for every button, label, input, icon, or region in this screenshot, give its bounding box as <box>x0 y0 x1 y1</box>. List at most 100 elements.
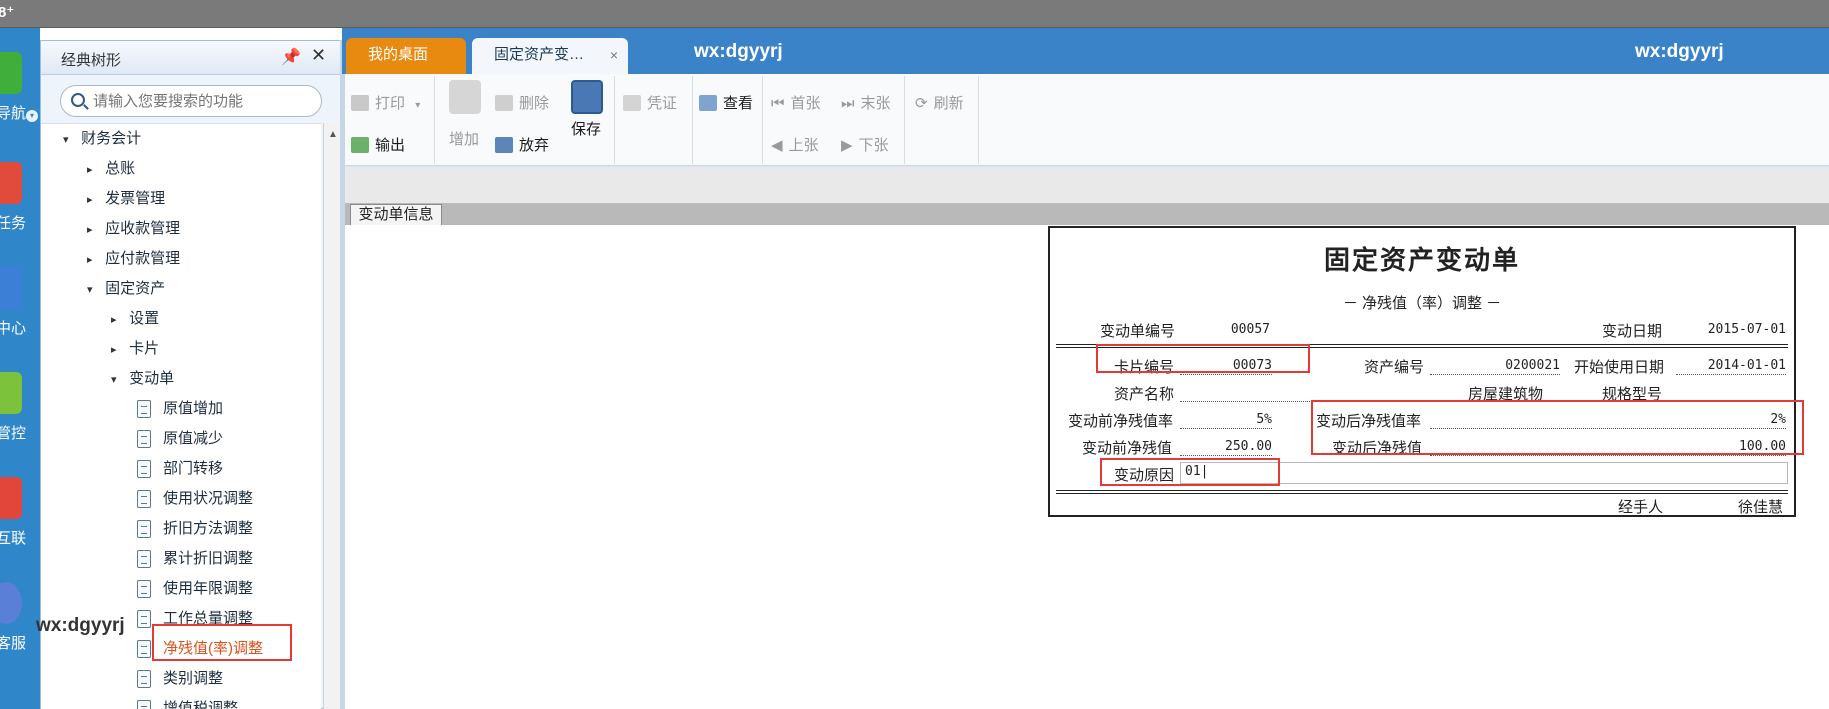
export-button[interactable]: 输出 <box>351 134 405 155</box>
tab-my-desktop[interactable]: 我的桌面 <box>346 38 466 74</box>
tree-item-depreciation-method-adjust[interactable]: 折旧方法调整 <box>137 514 253 544</box>
field-underline <box>1430 428 1786 429</box>
chevron-right-icon[interactable]: ▸ <box>111 305 125 335</box>
rail-item-service[interactable]: 客服 <box>0 582 40 672</box>
add-button[interactable]: 增加 <box>447 76 487 164</box>
magnifier-icon <box>699 95 717 111</box>
chevron-down-icon[interactable]: ▾ <box>63 125 77 155</box>
last-button[interactable]: ⏭ 末张 <box>841 92 891 113</box>
close-tab-icon[interactable]: × <box>610 38 618 72</box>
tree-item-card[interactable]: ▸ 卡片 <box>111 334 159 364</box>
search-box[interactable] <box>60 85 322 117</box>
reason-input[interactable]: 01| <box>1180 462 1788 484</box>
rail-item-control[interactable]: 管控 <box>0 372 40 462</box>
tab-bar: 我的桌面 固定资产变… × wx:dgyyrj wx:dgyyrj <box>342 28 1829 74</box>
prev-button[interactable]: ◀ 上张 <box>771 134 819 155</box>
tree-item-workload-adjust[interactable]: 工作总量调整 <box>137 604 253 634</box>
chevron-down-icon[interactable]: ▾ <box>87 275 101 305</box>
tree-item-residual-rate-adjust[interactable]: 净残值(率)调整 <box>137 634 263 664</box>
search-input[interactable] <box>93 91 313 111</box>
tree-item-change-doc[interactable]: ▾ 变动单 <box>111 364 174 394</box>
tree-item-payable[interactable]: ▸ 应付款管理 <box>87 244 180 274</box>
print-button[interactable]: 打印 ▾ <box>351 92 420 113</box>
scroll-up-icon[interactable]: ▲ <box>328 129 338 140</box>
chevron-right-icon[interactable]: ▸ <box>87 245 101 275</box>
watermark-text: wx:dgyyrj <box>1635 41 1724 62</box>
tree-scrollbar[interactable]: ▲ <box>323 123 341 709</box>
navigation-icon <box>0 52 22 94</box>
dropdown-arrow-icon[interactable]: ▾ <box>415 100 420 111</box>
change-no-label: 变动单编号 <box>1100 323 1176 340</box>
document-center-icon <box>0 267 22 309</box>
pin-icon[interactable]: 📌 <box>281 47 301 67</box>
voucher-button[interactable]: 凭证 <box>623 92 677 113</box>
handler-value: 徐佳慧 <box>1738 499 1784 516</box>
tree-item-fixed-assets[interactable]: ▾ 固定资产 <box>87 274 165 304</box>
rail-item-connect[interactable]: 互联 <box>0 477 40 567</box>
tree-item-label: 发票管理 <box>105 190 166 207</box>
asset-no-value[interactable]: 0200021 <box>1430 358 1560 373</box>
tree-item-label: 变动单 <box>129 370 175 387</box>
tree-item-label: 使用状况调整 <box>163 490 254 507</box>
close-icon[interactable]: ✕ <box>311 45 326 66</box>
next-button[interactable]: ▶ 下张 <box>841 134 889 155</box>
after-rate-value[interactable]: 2% <box>1450 412 1786 427</box>
view-button[interactable]: 查看 <box>699 92 753 113</box>
rail-item-center[interactable]: 中心 <box>0 267 40 357</box>
document-icon <box>137 430 151 449</box>
rail-label-navigation: 导航 <box>0 105 27 122</box>
tree-item-vat-adjust[interactable]: 增值税调整 <box>137 694 238 709</box>
app-rail: ▾ 导航 任务 中心 管控 互联 客服 <box>0 28 40 709</box>
task-icon <box>0 162 22 204</box>
watermark-text: wx:dgyyrj <box>694 41 783 62</box>
tree-item-category-adjust[interactable]: 类别调整 <box>137 664 223 694</box>
before-rate-label: 变动前净残值率 <box>1068 413 1174 430</box>
tab-change-doc-info[interactable]: 变动单信息 <box>350 204 442 226</box>
first-button[interactable]: ⏮ 首张 <box>771 92 821 113</box>
last-label: 末张 <box>860 95 891 112</box>
printer-icon <box>351 95 369 111</box>
card-no-value[interactable]: 00073 <box>1180 358 1272 373</box>
start-date-value[interactable]: 2014-01-01 <box>1676 358 1786 373</box>
chevron-down-icon[interactable]: ▾ <box>26 110 38 122</box>
discard-button[interactable]: 放弃 <box>495 134 549 155</box>
chevron-right-icon[interactable]: ▸ <box>87 185 101 215</box>
rail-item-task[interactable]: 任务 <box>0 162 40 252</box>
asset-name-value[interactable]: 房屋建筑物 <box>1468 383 1543 404</box>
save-button[interactable]: 保存 <box>569 76 609 164</box>
tree-item-finance[interactable]: ▾ 财务会计 <box>63 124 141 154</box>
tab-label: 我的桌面 <box>368 46 429 63</box>
change-no-value: 00057 <box>1230 322 1270 337</box>
tab-label: 固定资产变… <box>494 46 585 63</box>
tree-item-label: 卡片 <box>129 340 160 357</box>
chevron-down-icon[interactable]: ▾ <box>111 365 125 395</box>
chevron-right-icon[interactable]: ▸ <box>87 215 101 245</box>
tree-item-settings[interactable]: ▸ 设置 <box>111 304 159 334</box>
tree-panel-header: 经典树形 📌 ✕ <box>41 41 341 75</box>
chevron-right-icon[interactable]: ▸ <box>111 335 125 365</box>
spec-label: 规格型号 <box>1602 386 1663 403</box>
tree-item-department-transfer[interactable]: 部门转移 <box>137 454 223 484</box>
section-tab-strip <box>345 203 1829 225</box>
before-value-value[interactable]: 250.00 <box>1180 439 1272 454</box>
card-no-label: 卡片编号 <box>1114 359 1175 376</box>
tree-item-invoice[interactable]: ▸ 发票管理 <box>87 184 165 214</box>
tree-item-gl[interactable]: ▸ 总账 <box>87 154 135 184</box>
tree-item-usage-status-adjust[interactable]: 使用状况调整 <box>137 484 253 514</box>
tab-fixed-asset-change[interactable]: 固定资产变… × <box>472 38 628 74</box>
tree-item-label: 增值税调整 <box>163 700 239 709</box>
tree-item-useful-life-adjust[interactable]: 使用年限调整 <box>137 574 253 604</box>
after-value-value[interactable]: 100.00 <box>1450 439 1786 454</box>
rail-label-task: 任务 <box>0 215 27 232</box>
tree-item-original-value-decrease[interactable]: 原值减少 <box>137 424 223 454</box>
before-rate-value[interactable]: 5% <box>1180 412 1272 427</box>
export-icon <box>351 137 369 153</box>
tree-item-accumulated-depreciation-adjust[interactable]: 累计折旧调整 <box>137 544 253 574</box>
tree-item-receivable[interactable]: ▸ 应收款管理 <box>87 214 180 244</box>
chevron-right-icon[interactable]: ▸ <box>87 155 101 185</box>
refresh-button[interactable]: ⟳ 刷新 <box>915 92 964 113</box>
tree-item-original-value-increase[interactable]: 原值增加 <box>137 394 223 424</box>
delete-button[interactable]: 删除 <box>495 92 549 113</box>
rail-item-navigation[interactable]: ▾ 导航 <box>0 52 40 142</box>
tree-item-label: 应付款管理 <box>105 250 181 267</box>
